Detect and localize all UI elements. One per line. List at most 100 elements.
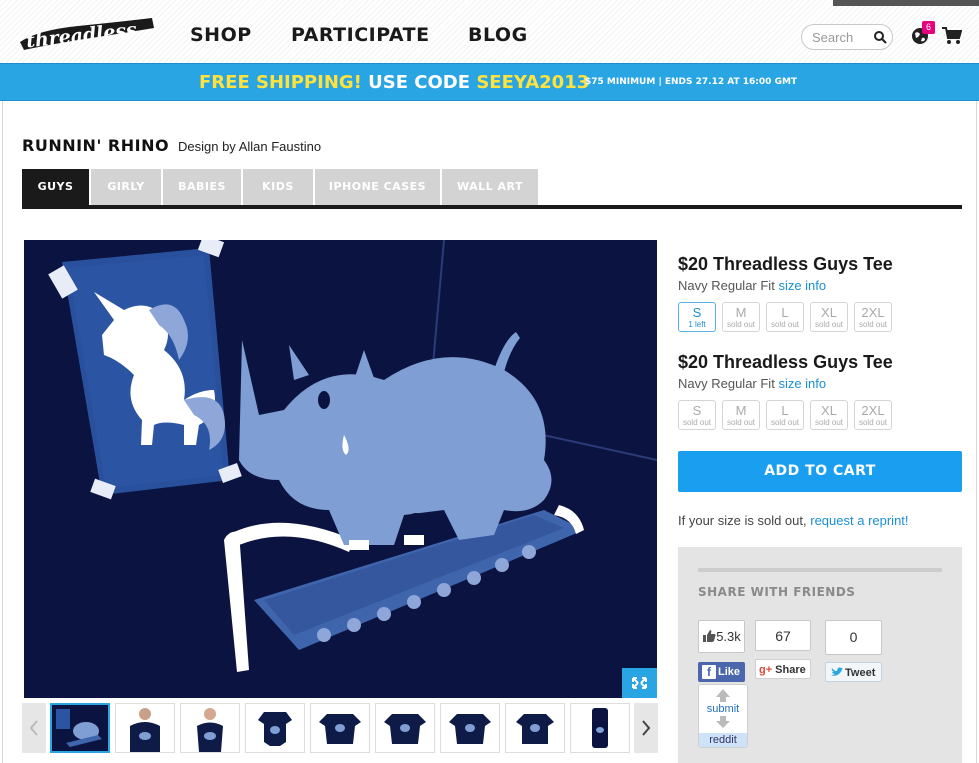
size-button-2xl[interactable]: 2XL sold out: [854, 302, 892, 332]
thumbnail-kids-tee[interactable]: [310, 703, 370, 753]
request-reprint-link[interactable]: request a reprint!: [810, 513, 908, 528]
fullscreen-button[interactable]: [622, 668, 657, 698]
size-note: sold out: [682, 418, 712, 427]
thumbnail-strip: [22, 703, 658, 753]
size-label: 2XL: [861, 305, 885, 320]
size-label: M: [735, 305, 747, 320]
thumbnail-tee-girly[interactable]: [505, 703, 565, 753]
size-note: sold out: [858, 320, 888, 329]
promo-text: FREE SHIPPING! USE CODE SEEYA2013: [199, 72, 589, 93]
chevron-left-icon: [29, 720, 38, 736]
size-picker-1: S1 left Msold out Lsold out XL sold out 2…: [678, 302, 898, 332]
twitter-bird-icon: [831, 667, 843, 676]
size-note: sold out: [770, 418, 800, 427]
share-divider: [698, 568, 942, 572]
size-button-s[interactable]: S1 left: [678, 302, 716, 332]
thumbnail-design[interactable]: [50, 703, 110, 753]
thumb-next-button[interactable]: [634, 703, 658, 753]
size-label: XL: [821, 305, 837, 320]
tab-iphone-cases[interactable]: IPHONE CASES: [315, 169, 440, 205]
size-button-m[interactable]: Msold out: [722, 302, 760, 332]
cart-icon[interactable]: [942, 27, 962, 45]
topbar-strip: [833, 0, 979, 6]
gplus-share-button[interactable]: g+ Share: [755, 659, 811, 679]
logo-text: threadless: [25, 19, 138, 52]
size-info-link[interactable]: size info: [778, 278, 826, 293]
search-icon[interactable]: [873, 30, 887, 44]
google-plus-icon: g+: [759, 664, 773, 676]
thumbnail-iphone-case[interactable]: [570, 703, 630, 753]
threadless-logo[interactable]: threadless: [18, 12, 156, 52]
size-button-l[interactable]: Lsold out: [766, 302, 804, 332]
size-note: 1 left: [688, 320, 706, 329]
size-button-l[interactable]: Lsold out: [766, 400, 804, 430]
product-image[interactable]: [24, 240, 657, 698]
tab-girly[interactable]: GIRLY: [91, 169, 161, 205]
twitter-count-box: 0: [825, 620, 882, 655]
tab-babies[interactable]: BABIES: [163, 169, 241, 205]
size-note: sold out: [814, 418, 844, 427]
facebook-like-button[interactable]: f Like: [698, 662, 745, 682]
size-note: sold out: [858, 418, 888, 427]
nav-shop[interactable]: SHOP: [190, 24, 252, 46]
arrow-up-icon: [716, 689, 730, 702]
size-note: sold out: [814, 320, 844, 329]
nav-blog[interactable]: BLOG: [468, 24, 528, 46]
size-label: M: [735, 403, 747, 418]
search-input[interactable]: [812, 29, 872, 46]
thumbnail-model-guy[interactable]: [115, 703, 175, 753]
share-panel: SHARE WITH FRIENDS 5.3k f Like 67 g+ Share…: [678, 547, 962, 763]
add-to-cart-button[interactable]: ADD TO CART: [678, 451, 962, 492]
thumbnail-model-girl[interactable]: [180, 703, 240, 753]
soldout-note: If your size is sold out, request a repr…: [678, 513, 909, 528]
designer-byline[interactable]: Design by Allan Faustino: [178, 139, 321, 154]
option-title-1: $20 Threadless Guys Tee: [678, 254, 893, 274]
promo-note: $75 MINIMUM | ENDS 27.12 AT 16:00 GMT: [585, 77, 798, 87]
reddit-submit-label: submit: [706, 703, 740, 715]
tab-wall-art[interactable]: WALL ART: [442, 169, 538, 205]
gplus-share-label: Share: [775, 664, 806, 676]
option-title-2: $20 Threadless Guys Tee: [678, 352, 893, 372]
size-button-m[interactable]: Msold out: [722, 400, 760, 430]
thumbs-up-icon: [703, 630, 716, 642]
size-note: sold out: [770, 320, 800, 329]
product-title: RUNNIN' RHINO: [22, 136, 170, 155]
promo-code: SEEYA2013: [476, 72, 590, 93]
facebook-icon: f: [702, 665, 716, 679]
promo-free-shipping: FREE SHIPPING!: [199, 72, 362, 93]
size-info-link[interactable]: size info: [778, 376, 826, 391]
notification-badge: 6: [922, 21, 935, 34]
thumbnail-tee-alt[interactable]: [440, 703, 500, 753]
thumb-prev-button[interactable]: [22, 703, 46, 753]
size-label: S: [692, 305, 702, 320]
fit-label: Navy Regular Fit: [678, 278, 775, 293]
size-label: L: [781, 305, 789, 320]
size-label: 2XL: [861, 403, 885, 418]
facebook-count-box: 5.3k: [698, 620, 745, 653]
gplus-count: 67: [775, 628, 791, 644]
tweet-button[interactable]: Tweet: [825, 662, 882, 682]
size-button-xl[interactable]: XL sold out: [810, 302, 848, 332]
size-button-xl[interactable]: XL sold out: [810, 400, 848, 430]
size-picker-2: Ssold out Msold out Lsold out XL sold out…: [678, 400, 898, 430]
size-note: sold out: [726, 418, 756, 427]
size-button-2xl[interactable]: 2XL sold out: [854, 400, 892, 430]
share-title: SHARE WITH FRIENDS: [698, 585, 856, 599]
thumbnail-tee-front[interactable]: [375, 703, 435, 753]
thumbnail-onesie[interactable]: [245, 703, 305, 753]
facebook-like-label: Like: [718, 666, 741, 678]
tab-guys[interactable]: GUYS: [22, 169, 89, 205]
size-button-s[interactable]: Ssold out: [678, 400, 716, 430]
option-fit-2: Navy Regular Fit size info: [678, 376, 826, 391]
size-label: XL: [821, 403, 837, 418]
promo-banner[interactable]: FREE SHIPPING! USE CODE SEEYA2013 $75 MI…: [0, 63, 979, 101]
soldout-text: If your size is sold out,: [678, 513, 807, 528]
reddit-submit-button[interactable]: submit reddit: [698, 684, 748, 748]
search-box: [801, 24, 893, 50]
tab-kids[interactable]: KIDS: [243, 169, 313, 205]
twitter-count: 0: [849, 629, 858, 645]
nav-participate[interactable]: PARTICIPATE: [291, 24, 430, 46]
tab-underline: [22, 205, 962, 209]
size-note: sold out: [726, 320, 756, 329]
size-label: L: [781, 403, 789, 418]
